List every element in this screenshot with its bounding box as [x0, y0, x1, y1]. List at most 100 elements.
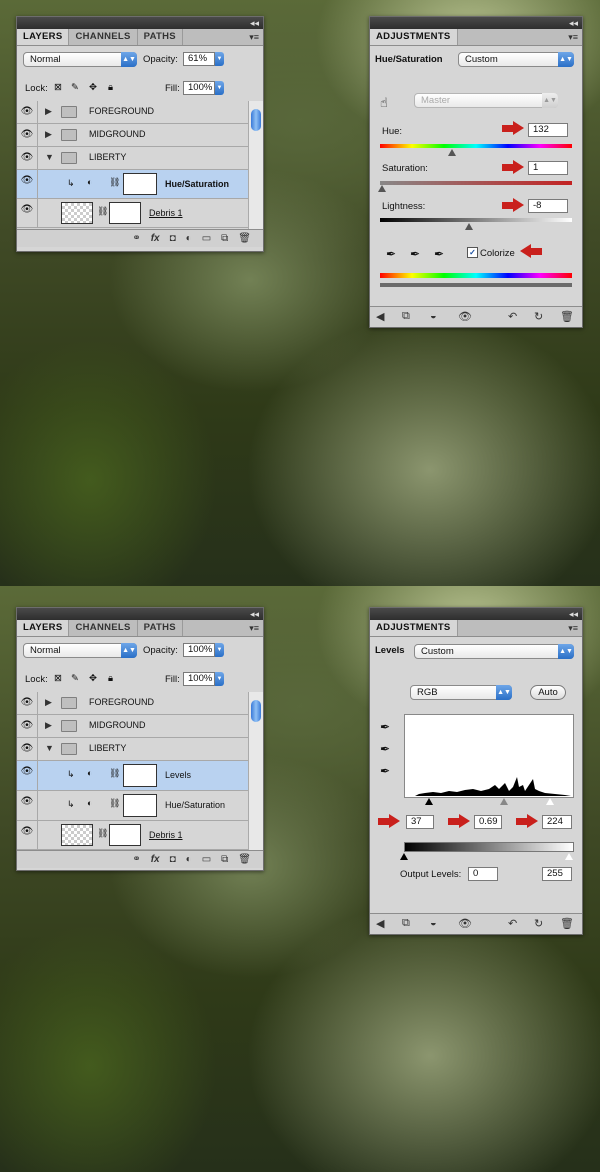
lightness-slider-track[interactable]: [380, 218, 572, 222]
input-gamma-slider[interactable]: [500, 798, 508, 805]
eyedropper-icon[interactable]: ✒︎: [386, 247, 396, 261]
visibility-eye-icon[interactable]: 👁︎: [17, 738, 38, 760]
trash-icon[interactable]: 🗑︎: [560, 917, 574, 930]
new-layer-icon[interactable]: ⧉: [221, 233, 228, 244]
link-layers-icon[interactable]: ⚭: [132, 233, 140, 244]
panel-titlebar[interactable]: ◂◂: [370, 17, 582, 29]
colorize-checkbox[interactable]: ✓: [467, 247, 478, 258]
panel-menu-icon[interactable]: ▾≡: [568, 620, 578, 636]
input-black-slider[interactable]: [425, 798, 433, 805]
collapse-triangle-icon[interactable]: ▼: [45, 743, 54, 753]
expand-view-icon[interactable]: ⧉: [402, 310, 410, 323]
panel-titlebar[interactable]: ◂◂: [17, 17, 263, 29]
layer-mask-thumbnail[interactable]: [123, 173, 157, 195]
saturation-slider-track[interactable]: [380, 181, 572, 185]
lock-transparent-icon[interactable]: ⊠: [54, 82, 62, 93]
fx-icon[interactable]: fx: [151, 233, 160, 244]
visibility-eye-icon[interactable]: 👁︎: [17, 147, 38, 169]
eyedropper-plus-icon[interactable]: ✒︎: [410, 247, 420, 261]
layer-mask-thumbnail[interactable]: [123, 764, 157, 787]
preset-select[interactable]: Custom ▲▼: [458, 52, 574, 67]
fx-icon[interactable]: fx: [151, 854, 160, 865]
reset-icon[interactable]: ↻: [534, 310, 543, 323]
lock-move-icon[interactable]: ✥: [89, 673, 97, 684]
saturation-field[interactable]: 1: [528, 161, 568, 175]
opacity-dropdown-icon[interactable]: ▼: [215, 643, 224, 657]
layer-hue-saturation[interactable]: 👁︎ ↳ ◐ ⛓︎ Hue/Saturation: [17, 170, 249, 199]
back-arrow-icon[interactable]: ◀: [376, 917, 384, 930]
output-white-field[interactable]: 255: [542, 867, 572, 881]
tab-channels[interactable]: CHANNELS: [69, 29, 138, 45]
add-mask-icon[interactable]: ◘: [170, 233, 176, 244]
visibility-eye-icon[interactable]: 👁︎: [17, 692, 38, 714]
lock-brush-icon[interactable]: ✎: [71, 82, 79, 93]
output-black-field[interactable]: 0: [468, 867, 498, 881]
fill-dropdown-icon[interactable]: ▼: [215, 81, 224, 95]
new-group-icon[interactable]: ▭: [202, 854, 211, 865]
new-group-icon[interactable]: ▭: [202, 233, 211, 244]
tab-layers[interactable]: LAYERS: [17, 620, 70, 636]
expand-triangle-icon[interactable]: ▶: [45, 720, 52, 731]
lightness-slider-knob[interactable]: [465, 223, 473, 230]
collapse-icon[interactable]: ◂◂: [569, 608, 578, 620]
layer-foreground[interactable]: 👁︎ ▶ FOREGROUND: [17, 692, 249, 715]
panel-menu-icon[interactable]: ▾≡: [568, 29, 578, 45]
hue-field[interactable]: 132: [528, 123, 568, 137]
blend-mode-select[interactable]: Normal ▲▼: [23, 52, 137, 67]
scrollbar-thumb[interactable]: [251, 700, 261, 722]
layer-thumbnail[interactable]: [61, 824, 93, 846]
opacity-field[interactable]: 100%: [183, 643, 215, 657]
input-white-field[interactable]: 224: [542, 815, 572, 829]
lock-move-icon[interactable]: ✥: [89, 82, 97, 93]
collapse-icon[interactable]: ◂◂: [569, 17, 578, 29]
tab-adjustments[interactable]: ADJUSTMENTS: [370, 29, 458, 45]
layer-midground[interactable]: 👁︎ ▶ MIDGROUND: [17, 715, 249, 738]
fill-dropdown-icon[interactable]: ▼: [215, 672, 224, 686]
channel-select[interactable]: Master ▲▼: [414, 93, 558, 108]
trash-icon[interactable]: 🗑︎: [238, 233, 251, 244]
lock-all-icon[interactable]: 🔒︎: [108, 82, 113, 93]
layer-debris-1[interactable]: 👁︎ ⛓︎ Debris 1: [17, 821, 249, 850]
layer-liberty[interactable]: 👁︎ ▼ LIBERTY: [17, 147, 249, 170]
clip-to-layer-icon[interactable]: ◒: [430, 310, 437, 322]
new-adjustment-icon[interactable]: ◐: [186, 233, 192, 244]
layer-mask-thumbnail[interactable]: [123, 794, 157, 817]
clip-to-layer-icon[interactable]: ◒: [430, 917, 437, 929]
visibility-eye-icon[interactable]: 👁︎: [17, 101, 38, 123]
saturation-slider-knob[interactable]: [378, 185, 386, 192]
layers-scrollbar[interactable]: [248, 101, 263, 229]
fill-field[interactable]: 100%: [183, 81, 215, 95]
new-layer-icon[interactable]: ⧉: [221, 854, 228, 865]
toggle-visibility-icon[interactable]: 👁︎: [458, 917, 472, 930]
panel-titlebar[interactable]: ◂◂: [370, 608, 582, 620]
reset-icon[interactable]: ↻: [534, 917, 543, 930]
expand-view-icon[interactable]: ⧉: [402, 917, 410, 930]
trash-icon[interactable]: 🗑︎: [560, 310, 574, 323]
visibility-eye-icon[interactable]: 👁︎: [17, 791, 38, 820]
auto-button[interactable]: Auto: [530, 685, 566, 700]
new-adjustment-icon[interactable]: ◐: [186, 854, 192, 865]
output-white-slider[interactable]: [565, 853, 573, 860]
lock-brush-icon[interactable]: ✎: [71, 673, 79, 684]
opacity-dropdown-icon[interactable]: ▼: [215, 52, 224, 66]
trash-icon[interactable]: 🗑︎: [238, 854, 251, 865]
expand-triangle-icon[interactable]: ▶: [45, 106, 52, 117]
layer-liberty[interactable]: 👁︎ ▼ LIBERTY: [17, 738, 249, 761]
layer-hue-saturation[interactable]: 👁︎ ↳ ◐ ⛓︎ Hue/Saturation: [17, 791, 249, 821]
output-black-slider[interactable]: [400, 853, 408, 860]
previous-state-icon[interactable]: ↶: [508, 310, 517, 323]
expand-triangle-icon[interactable]: ▶: [45, 697, 52, 708]
scrollbar-thumb[interactable]: [251, 109, 261, 131]
panel-titlebar[interactable]: ◂◂: [17, 608, 263, 620]
layer-mask-thumbnail[interactable]: [109, 202, 141, 224]
hue-slider-knob[interactable]: [448, 149, 456, 156]
tab-paths[interactable]: PATHS: [138, 29, 183, 45]
previous-state-icon[interactable]: ↶: [508, 917, 517, 930]
visibility-eye-icon[interactable]: 👁︎: [17, 170, 38, 198]
hue-slider-track[interactable]: [380, 144, 572, 148]
collapse-icon[interactable]: ◂◂: [250, 17, 259, 29]
eyedropper-minus-icon[interactable]: ✒︎: [434, 247, 444, 261]
lock-transparent-icon[interactable]: ⊠: [54, 673, 62, 684]
panel-menu-icon[interactable]: ▾≡: [249, 620, 259, 636]
collapse-triangle-icon[interactable]: ▼: [45, 152, 54, 162]
